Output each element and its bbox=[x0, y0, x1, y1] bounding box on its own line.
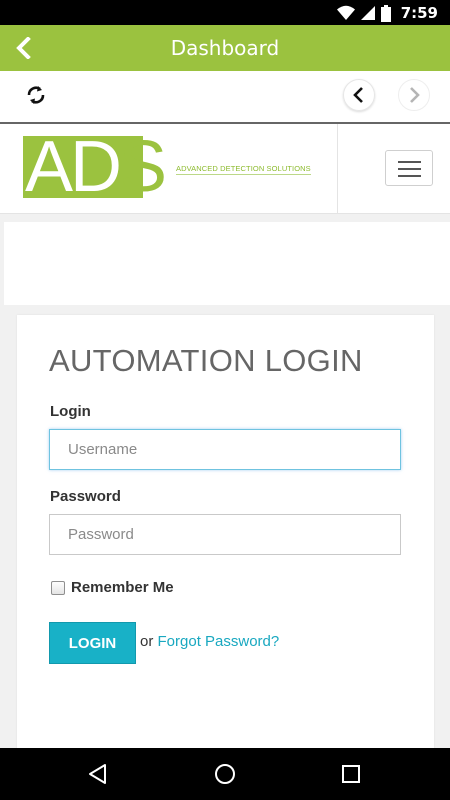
chevron-right-icon bbox=[410, 87, 420, 103]
status-bar: 7:59 bbox=[0, 0, 450, 25]
logo-tagline: ADVANCED DETECTION SOLUTIONS bbox=[176, 164, 311, 173]
login-title: AUTOMATION LOGIN bbox=[49, 343, 363, 378]
header-divider bbox=[337, 124, 338, 213]
hamburger-line bbox=[398, 168, 421, 170]
login-card: AUTOMATION LOGIN Login Password Remember… bbox=[17, 315, 434, 755]
refresh-icon bbox=[27, 86, 45, 104]
nav-back-button[interactable] bbox=[78, 758, 118, 790]
login-button[interactable]: LOGIN bbox=[49, 622, 136, 664]
nav-home-icon bbox=[215, 764, 235, 784]
forgot-line: or Forgot Password? bbox=[140, 633, 279, 650]
chevron-left-icon bbox=[353, 87, 363, 103]
refresh-button[interactable] bbox=[20, 79, 52, 111]
browser-forward-button[interactable] bbox=[398, 79, 430, 111]
remember-me-checkbox[interactable] bbox=[51, 580, 65, 595]
login-label: Login bbox=[50, 403, 91, 420]
browser-back-button[interactable] bbox=[343, 79, 375, 111]
nav-back-icon bbox=[89, 764, 106, 784]
navigation-bar bbox=[0, 748, 450, 800]
menu-toggle-button[interactable] bbox=[385, 150, 433, 186]
or-text: or bbox=[140, 633, 154, 650]
password-label: Password bbox=[50, 488, 121, 505]
logo-letters: ADS bbox=[25, 127, 167, 207]
app-title: Dashboard bbox=[170, 36, 280, 60]
ads-logo[interactable]: ADS ADVANCED DETECTION SOLUTIONS bbox=[23, 130, 313, 204]
signal-icon bbox=[360, 6, 375, 20]
status-time: 7:59 bbox=[400, 4, 438, 22]
hamburger-line bbox=[398, 161, 421, 163]
nav-home-button[interactable] bbox=[205, 758, 245, 790]
app-bar: Dashboard bbox=[0, 25, 450, 71]
remember-me-row: Remember Me bbox=[51, 579, 174, 596]
site-header: ADS ADVANCED DETECTION SOLUTIONS bbox=[0, 124, 450, 214]
nav-recents-icon bbox=[342, 765, 360, 783]
remember-me-label[interactable]: Remember Me bbox=[71, 579, 174, 596]
battery-icon bbox=[380, 4, 391, 22]
password-input[interactable] bbox=[49, 514, 401, 555]
forgot-password-link[interactable]: Forgot Password? bbox=[158, 633, 280, 650]
logo-underline bbox=[176, 174, 311, 175]
banner-area bbox=[4, 222, 450, 305]
wifi-icon bbox=[336, 5, 355, 20]
username-input[interactable] bbox=[49, 429, 401, 470]
hamburger-line bbox=[398, 175, 421, 177]
status-icons: 7:59 bbox=[336, 3, 438, 23]
nav-recents-button[interactable] bbox=[331, 758, 371, 790]
browser-toolbar bbox=[0, 71, 450, 122]
